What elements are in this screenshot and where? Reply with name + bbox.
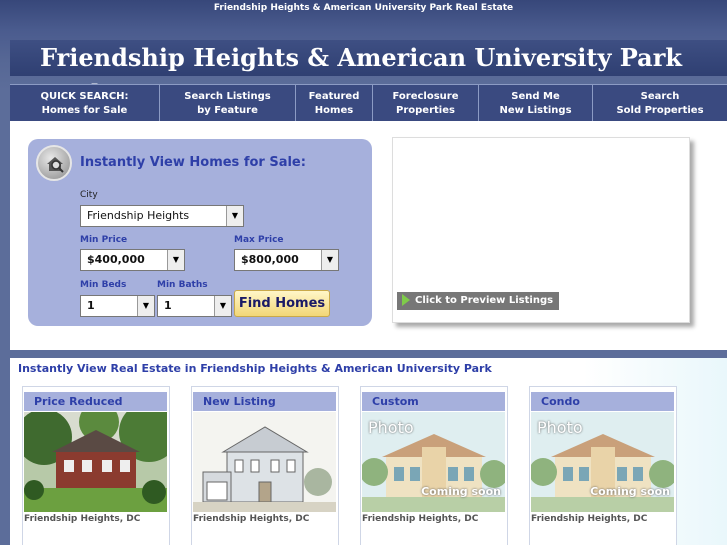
nav-featured-homes-line2: Homes <box>314 104 354 116</box>
listing-card-custom[interactable]: Custom Photo Coming soon Friendship Heig… <box>360 386 508 545</box>
card-location: Friendship Heights, DC <box>24 514 141 524</box>
card-location: Friendship Heights, DC <box>531 514 648 524</box>
min-beds-value: 1 <box>87 299 95 312</box>
preview-listings-button[interactable]: Click to Preview Listings <box>397 292 560 310</box>
nav-send-new-listings[interactable]: Send Me New Listings <box>479 85 593 122</box>
city-select[interactable]: Friendship Heights ▼ <box>80 205 244 227</box>
preview-listings-label: Click to Preview Listings <box>415 295 554 306</box>
placeholder-photo: Photo Coming soon <box>362 412 505 512</box>
min-baths-label: Min Baths <box>157 280 208 290</box>
chevron-down-icon: ▼ <box>214 296 231 316</box>
nav-featured-homes-line1: Featured <box>308 90 360 102</box>
chevron-down-icon: ▼ <box>321 250 338 270</box>
main-content: Instantly View Homes for Sale: City Frie… <box>10 121 727 350</box>
nav-send-new-listings-line1: Send Me <box>511 90 560 102</box>
nav-featured-homes[interactable]: Featured Homes <box>296 85 373 122</box>
quick-search-panel: Instantly View Homes for Sale: City Frie… <box>28 139 372 326</box>
coming-soon-overlay: Coming soon <box>590 485 670 498</box>
min-baths-select[interactable]: 1 ▼ <box>157 295 232 317</box>
placeholder-photo: Photo Coming soon <box>531 412 674 512</box>
main-nav: QUICK SEARCH: Homes for Sale Search List… <box>10 84 727 122</box>
nav-sold-properties-line2: Sold Properties <box>616 104 704 116</box>
top-bar-title: Friendship Heights & American University… <box>213 3 514 13</box>
nav-foreclosure[interactable]: Foreclosure Properties <box>373 85 479 122</box>
nav-quick-search[interactable]: QUICK SEARCH: Homes for Sale <box>10 85 160 122</box>
nav-search-by-feature-line2: by Feature <box>197 104 258 116</box>
min-price-label: Min Price <box>80 235 128 245</box>
min-beds-select[interactable]: 1 ▼ <box>80 295 155 317</box>
listing-card-new-listing[interactable]: New Listing Friendship Heights, DC <box>191 386 339 545</box>
chevron-down-icon: ▼ <box>137 296 154 316</box>
nav-quick-search-line2: Homes for Sale <box>41 104 128 116</box>
card-label: Price Reduced <box>24 392 167 411</box>
card-location: Friendship Heights, DC <box>193 514 310 524</box>
nav-sold-properties[interactable]: Search Sold Properties <box>593 85 727 122</box>
coming-soon-overlay: Coming soon <box>421 485 501 498</box>
search-panel-title: Instantly View Homes for Sale: <box>80 155 306 170</box>
nav-quick-search-line1: QUICK SEARCH: <box>40 90 129 102</box>
city-select-value: Friendship Heights <box>87 209 190 222</box>
min-baths-value: 1 <box>164 299 172 312</box>
house-sketch <box>193 412 336 512</box>
nav-search-by-feature-line1: Search Listings <box>184 90 271 102</box>
card-label: New Listing <box>193 392 336 411</box>
nav-sold-properties-line1: Search <box>640 90 680 102</box>
chevron-down-icon: ▼ <box>226 206 243 226</box>
page: Friendship Heights & American University… <box>0 0 727 545</box>
max-price-value: $800,000 <box>241 253 299 266</box>
nav-send-new-listings-line2: New Listings <box>499 104 572 116</box>
card-label: Custom <box>362 392 505 411</box>
photo-overlay-text: Photo <box>368 418 414 437</box>
house-photo <box>24 412 167 512</box>
find-homes-button[interactable]: Find Homes <box>234 290 330 317</box>
nav-foreclosure-line2: Properties <box>396 104 455 116</box>
listing-card-price-reduced[interactable]: Price Reduced Friendship Heights, DC <box>22 386 170 545</box>
card-label: Condo <box>531 392 674 411</box>
city-label: City <box>80 190 98 200</box>
max-price-label: Max Price <box>234 235 284 245</box>
min-price-value: $400,000 <box>87 253 145 266</box>
chevron-down-icon: ▼ <box>167 250 184 270</box>
photo-overlay-text: Photo <box>537 418 583 437</box>
max-price-select[interactable]: $800,000 ▼ <box>234 249 339 271</box>
min-beds-label: Min Beds <box>80 280 127 290</box>
listings-section: Instantly View Real Estate in Friendship… <box>10 358 727 545</box>
card-location: Friendship Heights, DC <box>362 514 479 524</box>
house-search-icon <box>36 145 72 181</box>
listing-preview-panel: Click to Preview Listings <box>392 137 690 323</box>
green-arrow-icon <box>402 294 410 306</box>
listing-card-condo[interactable]: Condo Photo Coming soon Friendship Heigh… <box>529 386 677 545</box>
nav-search-by-feature[interactable]: Search Listings by Feature <box>160 85 296 122</box>
min-price-select[interactable]: $400,000 ▼ <box>80 249 185 271</box>
site-banner-title[interactable]: Friendship Heights & American University… <box>10 40 727 108</box>
nav-foreclosure-line1: Foreclosure <box>392 90 459 102</box>
listings-section-title: Instantly View Real Estate in Friendship… <box>18 362 492 375</box>
